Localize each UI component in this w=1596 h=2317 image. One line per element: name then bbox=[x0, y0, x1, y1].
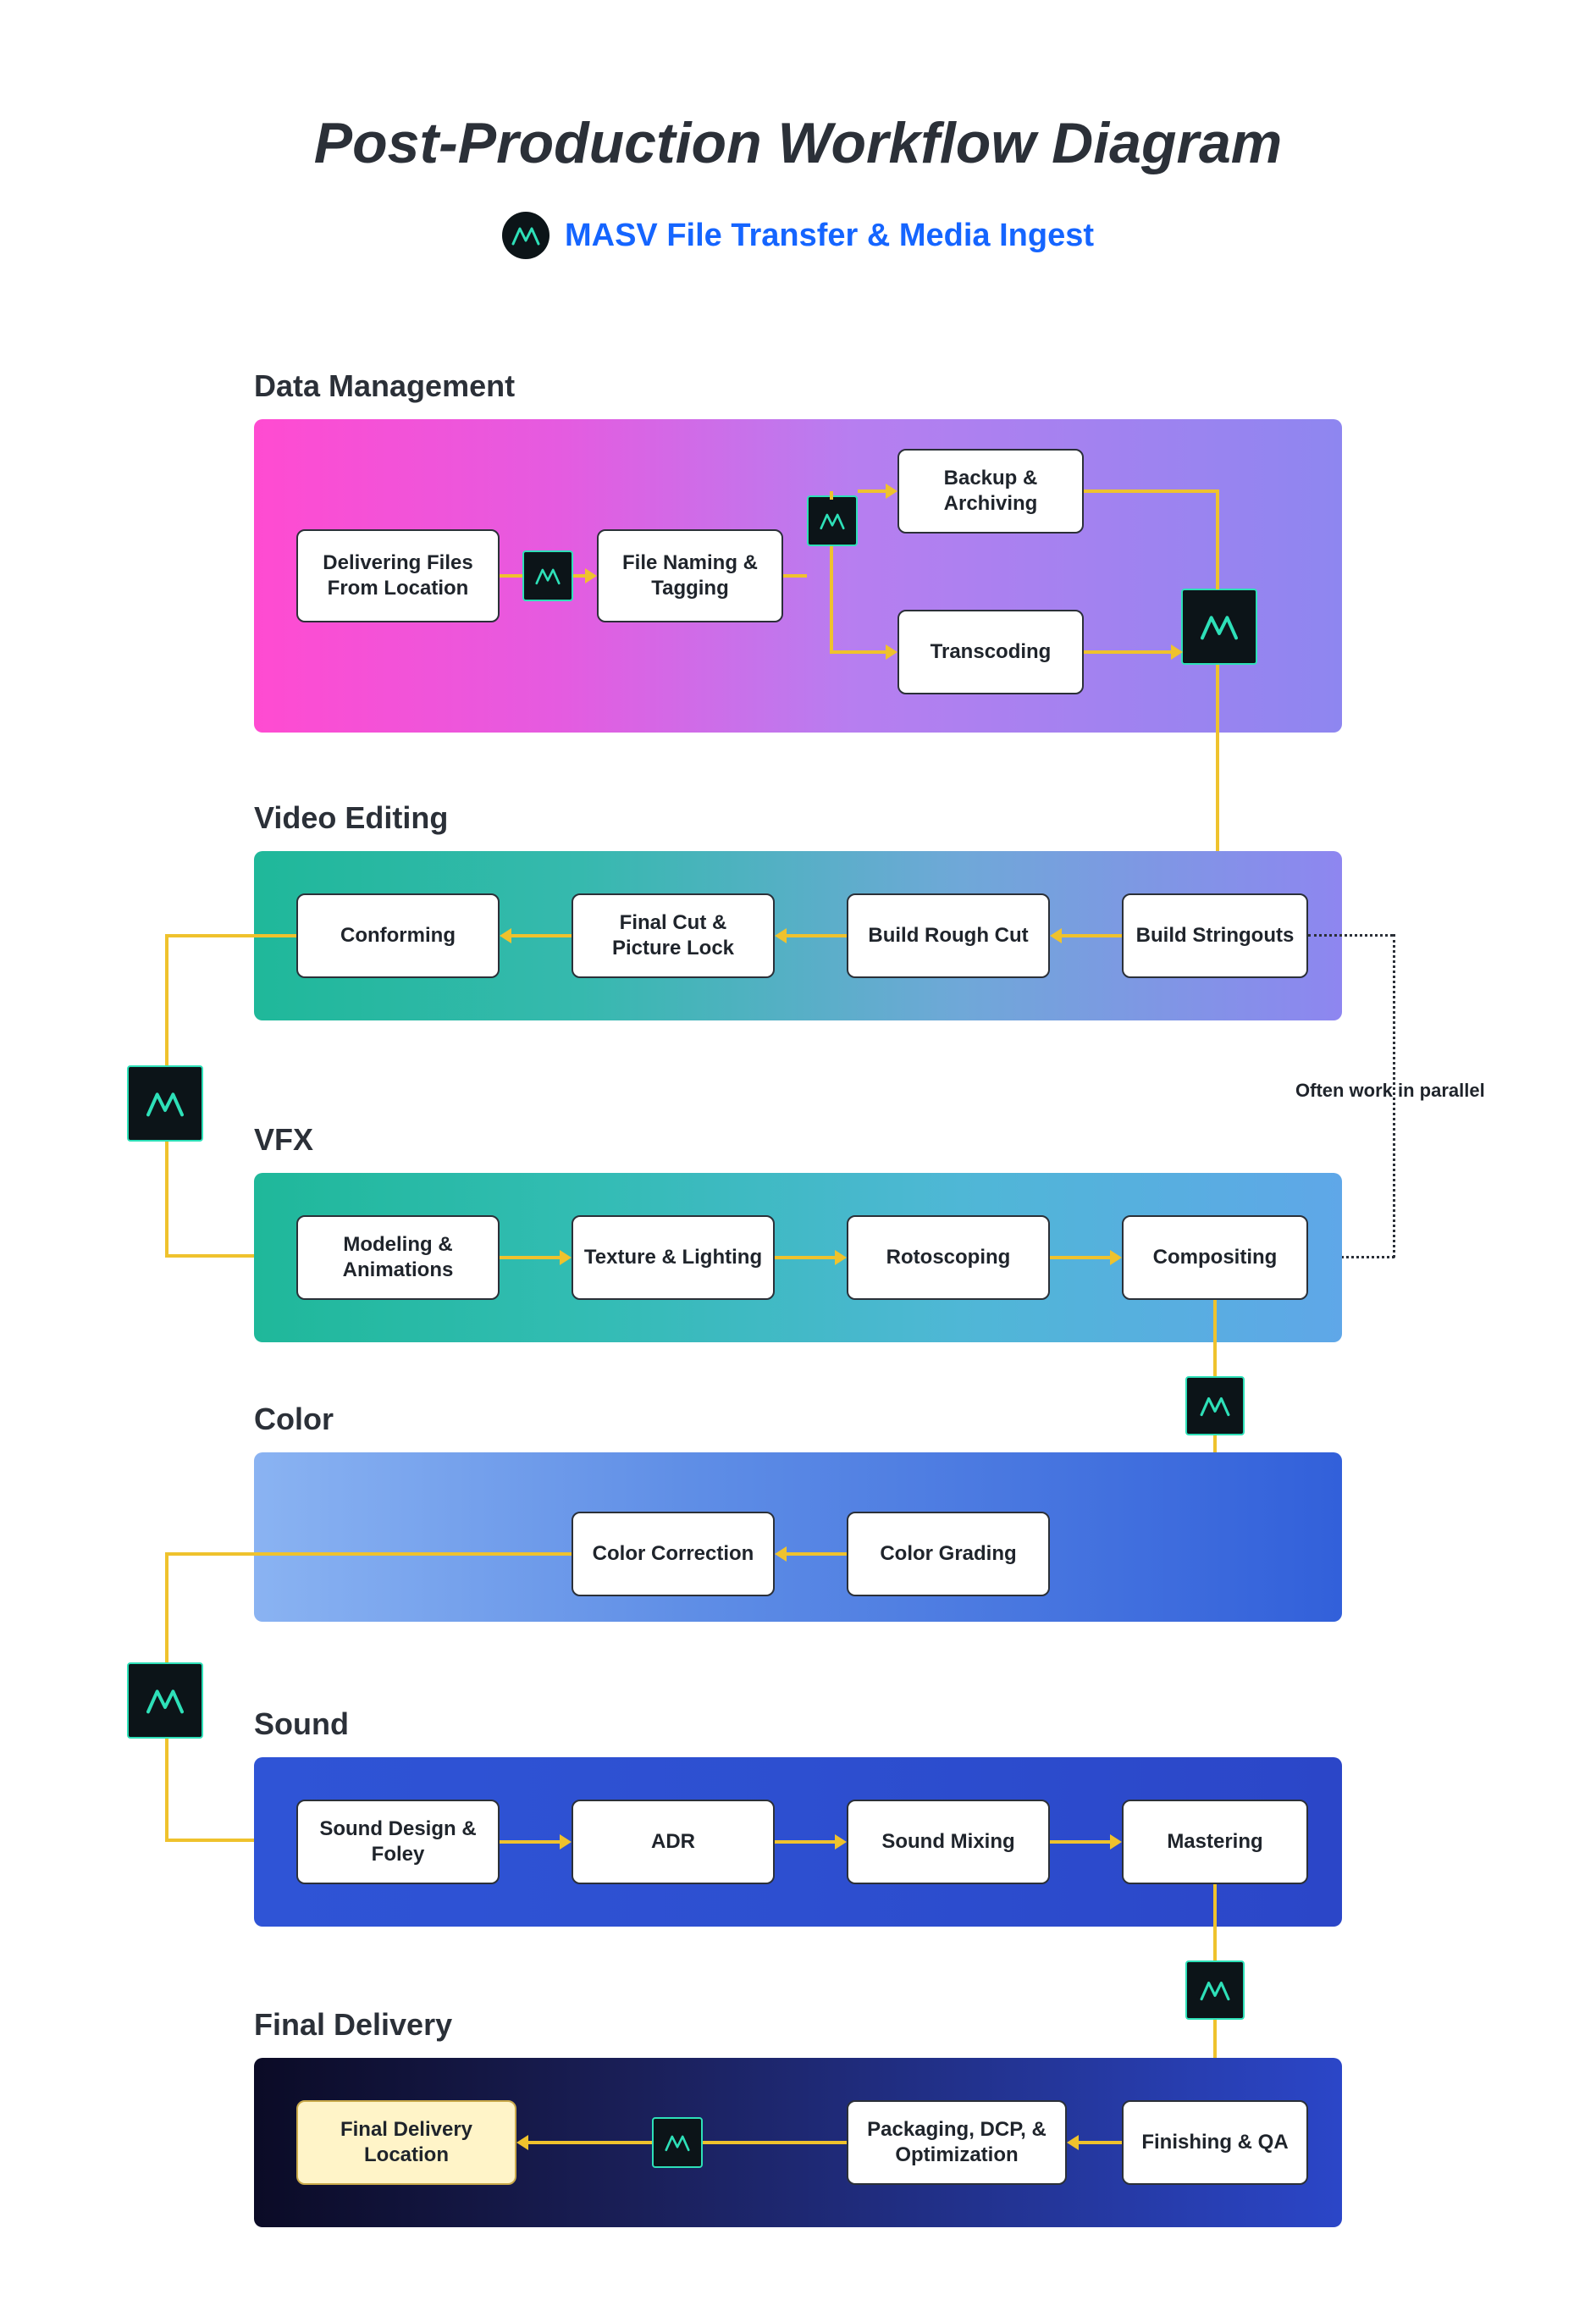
page-title: Post-Production Workflow Diagram bbox=[0, 110, 1596, 176]
masv-icon-packaging bbox=[652, 2117, 703, 2168]
arrow-head bbox=[775, 1546, 787, 1562]
arrow-head bbox=[886, 484, 897, 499]
diagram-page: Post-Production Workflow Diagram MASV Fi… bbox=[0, 0, 1596, 2317]
node-conforming: Conforming bbox=[296, 893, 500, 978]
arrow-head bbox=[1171, 644, 1183, 660]
node-mastering: Mastering bbox=[1122, 1800, 1308, 1884]
arrow-head bbox=[1050, 928, 1062, 943]
arrow bbox=[1213, 1300, 1217, 1376]
arrow bbox=[1213, 1884, 1217, 1960]
page-subtitle: MASV File Transfer & Media Ingest bbox=[565, 218, 1094, 254]
arrow-head bbox=[835, 1834, 847, 1850]
masv-icon-ve-to-vfx bbox=[127, 1065, 203, 1142]
masv-icon-vfx-to-color bbox=[1185, 1376, 1245, 1435]
arrow-head bbox=[560, 1834, 572, 1850]
section-label-sound: Sound bbox=[254, 1706, 349, 1742]
node-transcoding: Transcoding bbox=[897, 610, 1084, 694]
arrow bbox=[830, 650, 887, 654]
arrow bbox=[1084, 650, 1173, 654]
node-modeling: Modeling & Animations bbox=[296, 1215, 500, 1300]
arrow-head bbox=[560, 1250, 572, 1265]
node-delivering-files: Delivering Files From Location bbox=[296, 529, 500, 622]
node-final-delivery-location: Final Delivery Location bbox=[296, 2100, 516, 2185]
arrow bbox=[165, 934, 296, 937]
arrow bbox=[165, 1552, 168, 1662]
arrow bbox=[500, 1840, 560, 1844]
node-texture: Texture & Lighting bbox=[572, 1215, 775, 1300]
masv-icon-dm-out bbox=[1181, 589, 1257, 665]
node-color-grading: Color Grading bbox=[847, 1512, 1050, 1596]
node-packaging: Packaging, DCP, & Optimization bbox=[847, 2100, 1067, 2185]
arrow bbox=[1079, 2141, 1122, 2144]
arrow bbox=[1216, 489, 1219, 589]
node-compositing: Compositing bbox=[1122, 1215, 1308, 1300]
arrow bbox=[775, 1840, 835, 1844]
node-backup-archiving: Backup & Archiving bbox=[897, 449, 1084, 534]
node-adr: ADR bbox=[572, 1800, 775, 1884]
arrow bbox=[1050, 1840, 1110, 1844]
arrow bbox=[830, 546, 833, 652]
arrow bbox=[858, 489, 887, 493]
masv-icon-sound-to-final bbox=[1185, 1960, 1245, 2020]
arrow bbox=[1050, 1256, 1110, 1259]
node-build-stringouts: Build Stringouts bbox=[1122, 893, 1308, 978]
panel-color bbox=[254, 1452, 1342, 1622]
node-final-cut: Final Cut & Picture Lock bbox=[572, 893, 775, 978]
arrow-head bbox=[886, 644, 897, 660]
section-label-final-delivery: Final Delivery bbox=[254, 2007, 452, 2043]
masv-icon-after-delivering bbox=[522, 550, 573, 601]
node-file-naming: File Naming & Tagging bbox=[597, 529, 783, 622]
arrow bbox=[1084, 489, 1218, 493]
arrow bbox=[783, 574, 807, 578]
arrow bbox=[830, 491, 833, 500]
arrow-head bbox=[775, 928, 787, 943]
arrow-head bbox=[1067, 2135, 1079, 2150]
masv-icon-after-naming bbox=[807, 495, 858, 546]
arrow bbox=[500, 1256, 560, 1259]
node-sound-mixing: Sound Mixing bbox=[847, 1800, 1050, 1884]
node-sound-design: Sound Design & Foley bbox=[296, 1800, 500, 1884]
node-rotoscoping: Rotoscoping bbox=[847, 1215, 1050, 1300]
arrow bbox=[165, 1739, 168, 1840]
arrow bbox=[511, 934, 572, 937]
arrow-head bbox=[1110, 1250, 1122, 1265]
annotation-parallel: Often work in parallel bbox=[1295, 1080, 1485, 1102]
arrow bbox=[165, 934, 168, 1065]
arrow bbox=[500, 574, 522, 578]
dotted-line bbox=[1308, 934, 1393, 937]
arrow-head bbox=[1110, 1834, 1122, 1850]
arrow bbox=[1062, 934, 1122, 937]
section-label-video-editing: Video Editing bbox=[254, 800, 448, 836]
section-label-color: Color bbox=[254, 1402, 334, 1437]
section-label-data-management: Data Management bbox=[254, 368, 515, 404]
arrow-head bbox=[516, 2135, 528, 2150]
arrow-head bbox=[500, 928, 511, 943]
node-finishing-qa: Finishing & QA bbox=[1122, 2100, 1308, 2185]
masv-icon-color-to-sound bbox=[127, 1662, 203, 1739]
section-label-vfx: VFX bbox=[254, 1122, 313, 1158]
subtitle-row: MASV File Transfer & Media Ingest bbox=[0, 212, 1596, 259]
arrow bbox=[528, 2141, 652, 2144]
arrow bbox=[165, 1142, 168, 1256]
arrow bbox=[165, 1552, 572, 1556]
arrow-head bbox=[585, 568, 597, 583]
masv-logo-icon bbox=[502, 212, 549, 259]
arrow bbox=[703, 2141, 847, 2144]
arrow-head bbox=[835, 1250, 847, 1265]
arrow bbox=[787, 1552, 847, 1556]
arrow bbox=[787, 934, 847, 937]
node-build-rough-cut: Build Rough Cut bbox=[847, 893, 1050, 978]
node-color-correction: Color Correction bbox=[572, 1512, 775, 1596]
arrow bbox=[775, 1256, 835, 1259]
